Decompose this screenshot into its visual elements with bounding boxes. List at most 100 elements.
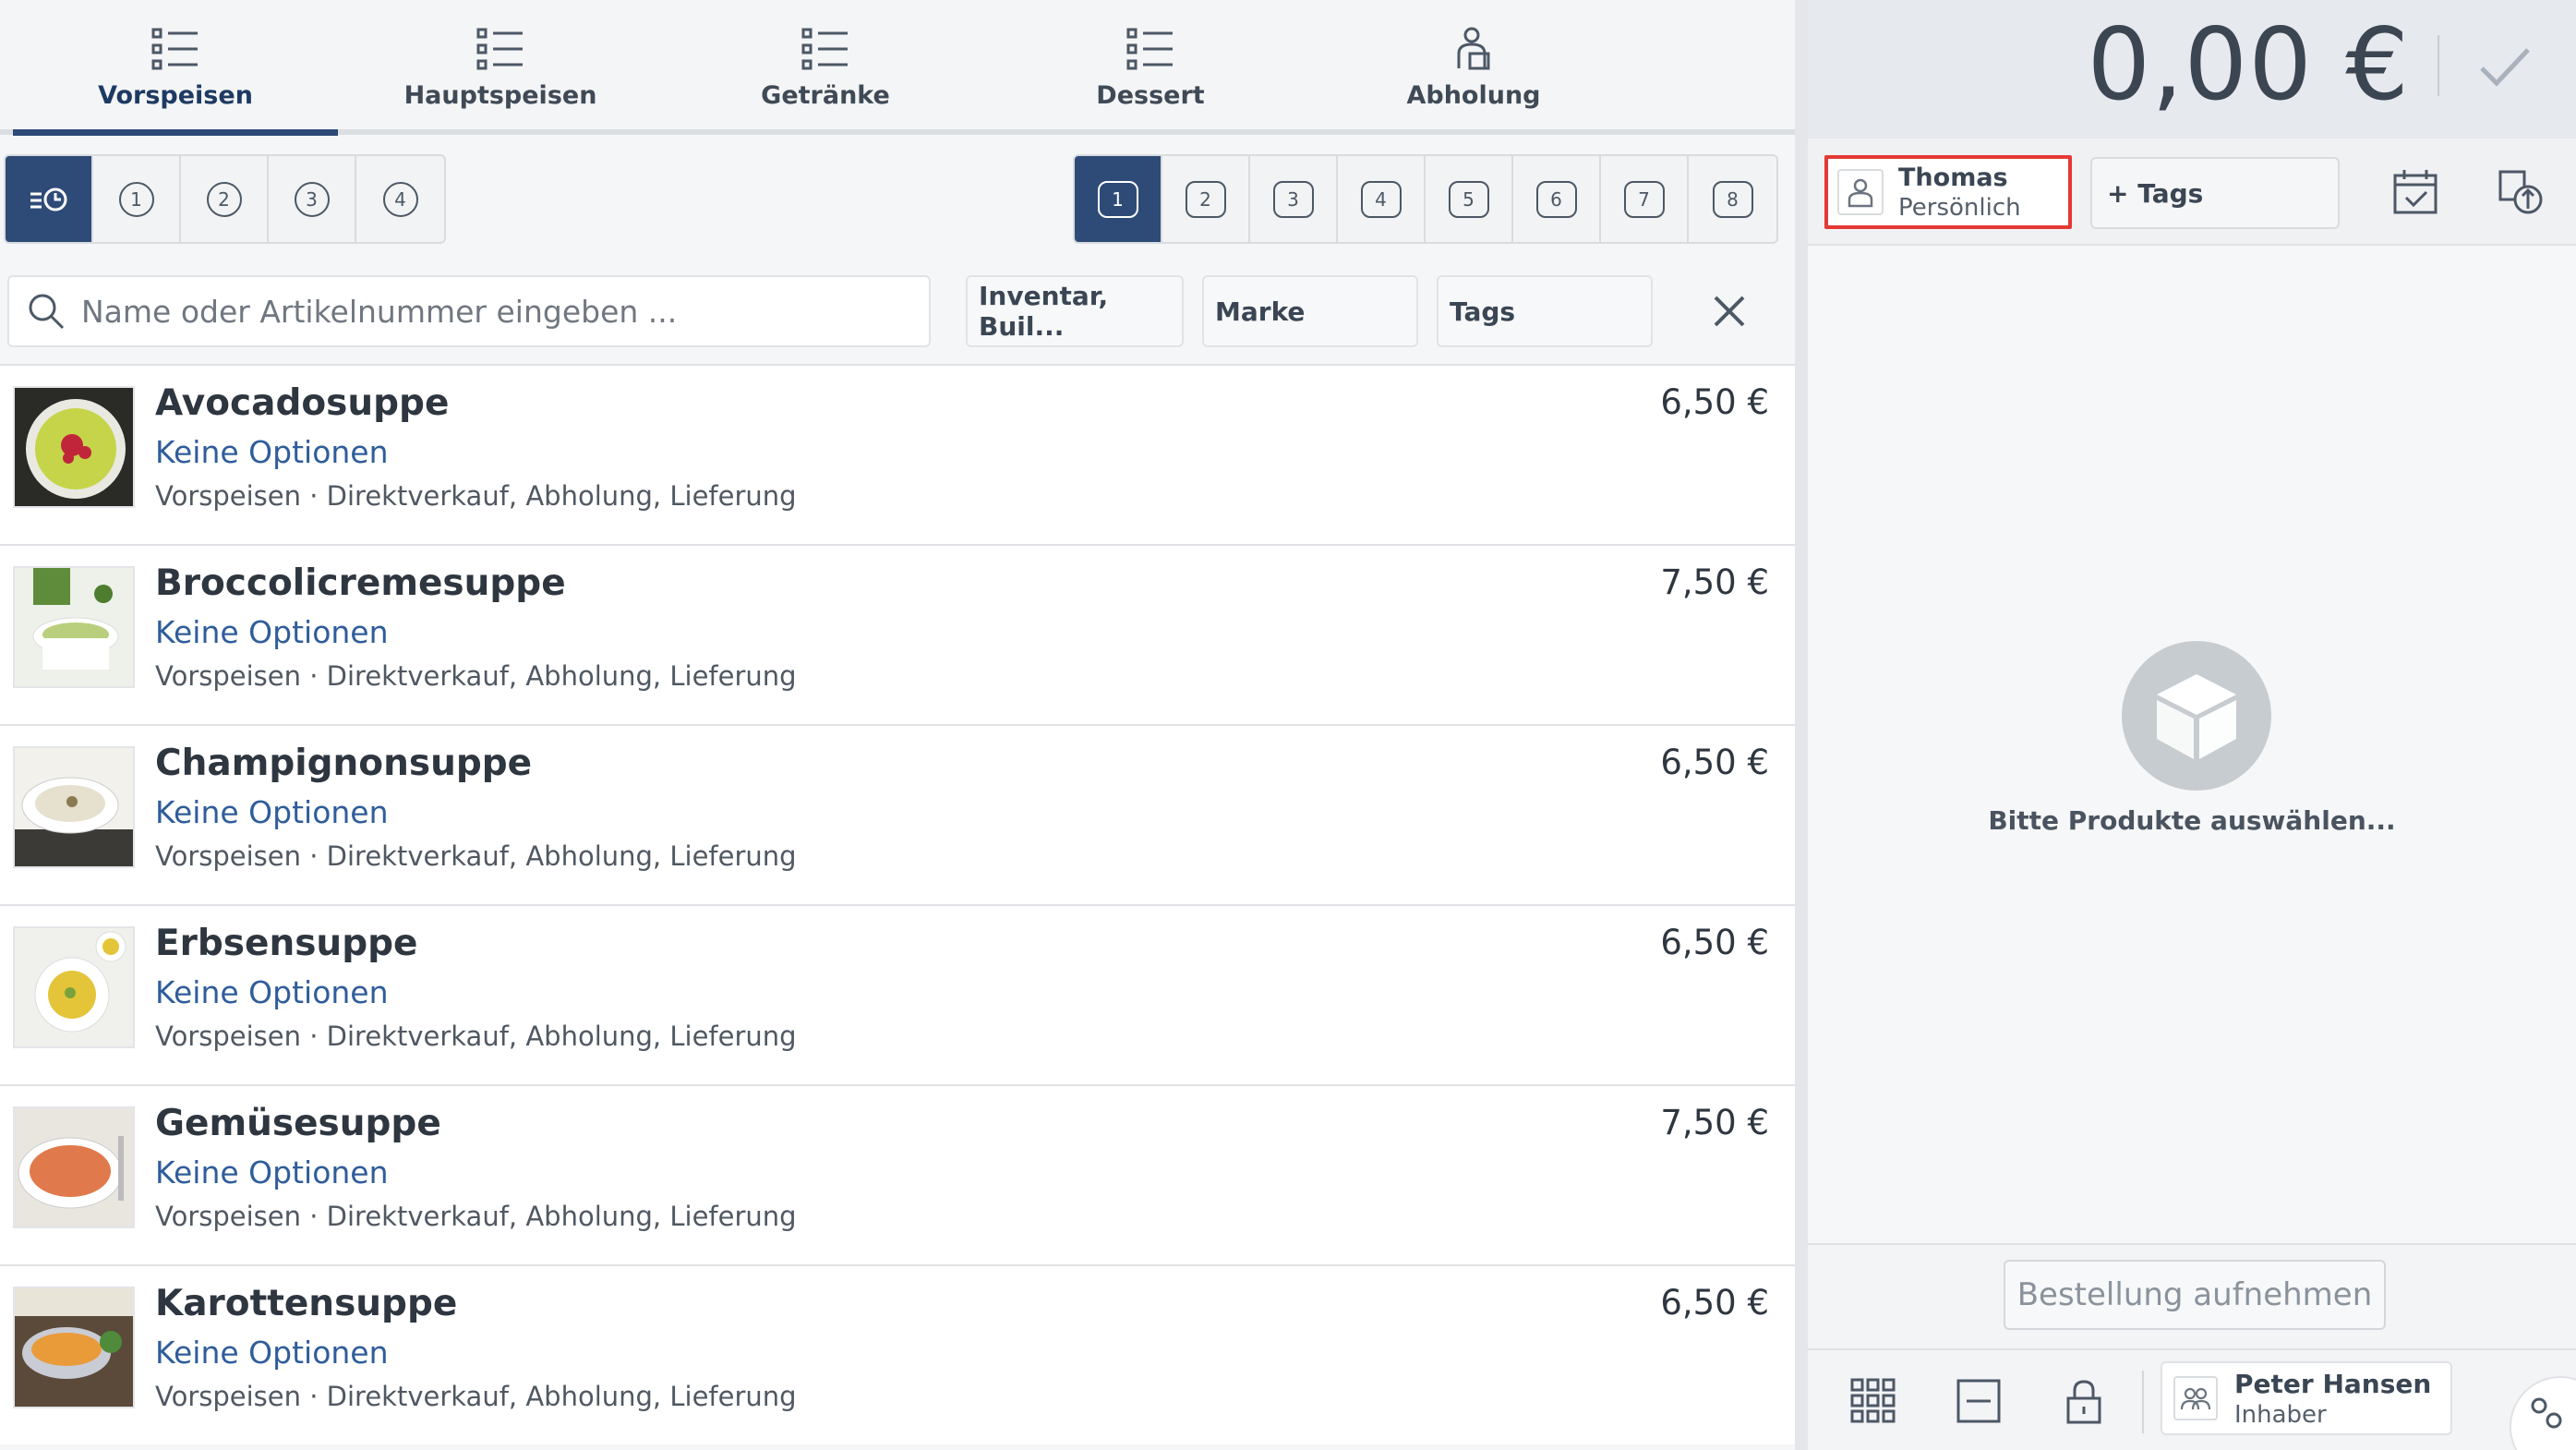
tab-abholung[interactable]: Abholung bbox=[1311, 0, 1636, 135]
product-meta: Vorspeisen · Direktverkauf, Abholung, Li… bbox=[155, 1201, 797, 1232]
product-row[interactable]: Broccolicremesuppe Keine Optionen Vorspe… bbox=[0, 544, 1795, 724]
product-image bbox=[13, 926, 135, 1048]
tab-vorspeisen[interactable]: Vorspeisen bbox=[13, 0, 338, 135]
course-1-button[interactable]: 1 bbox=[93, 156, 181, 242]
user-role: Inhaber bbox=[2234, 1400, 2327, 1429]
customer-selector[interactable]: Thomas Persönlich bbox=[1824, 155, 2072, 229]
product-name: Karottensuppe bbox=[155, 1283, 458, 1324]
course-number: 2 bbox=[206, 181, 242, 217]
product-price: 6,50 € bbox=[1660, 1283, 1769, 1323]
product-price: 7,50 € bbox=[1660, 1103, 1769, 1142]
product-meta: Vorspeisen · Direktverkauf, Abholung, Li… bbox=[155, 840, 797, 872]
product-options: Keine Optionen bbox=[155, 434, 389, 470]
product-row[interactable]: Gemüsesuppe Keine Optionen Vorspeisen · … bbox=[0, 1084, 1795, 1264]
pickup-person-icon bbox=[1457, 27, 1490, 70]
product-panel: Vorspeisen Hauptspeisen Getränke Dessert… bbox=[0, 0, 1795, 1450]
product-price: 6,50 € bbox=[1660, 743, 1769, 782]
course-number: 3 bbox=[294, 181, 330, 217]
total-bar: 0,00 € bbox=[1808, 0, 2576, 139]
grid-icon[interactable] bbox=[1848, 1376, 1898, 1426]
close-icon[interactable] bbox=[1708, 290, 1751, 332]
product-image bbox=[13, 746, 135, 868]
course-4-button[interactable]: 4 bbox=[356, 156, 444, 242]
seat-2-button[interactable]: 2 bbox=[1162, 156, 1250, 242]
product-options: Keine Optionen bbox=[155, 974, 389, 1010]
user-name: Peter Hansen bbox=[2234, 1368, 2432, 1399]
search-input[interactable] bbox=[81, 293, 912, 330]
customer-icon bbox=[1837, 169, 1884, 215]
tags-filter[interactable]: Tags bbox=[1437, 275, 1653, 347]
seat-4-button[interactable]: 4 bbox=[1338, 156, 1426, 242]
minus-box-icon[interactable] bbox=[1954, 1376, 2004, 1426]
seat-number: 2 bbox=[1185, 180, 1226, 218]
product-price: 6,50 € bbox=[1660, 923, 1769, 962]
product-row[interactable]: Karottensuppe Keine Optionen Vorspeisen … bbox=[0, 1264, 1795, 1444]
list-icon bbox=[801, 28, 848, 70]
product-name: Broccolicremesuppe bbox=[155, 562, 566, 604]
seat-7-button[interactable]: 7 bbox=[1601, 156, 1689, 242]
seat-number: 1 bbox=[1097, 180, 1138, 218]
product-row[interactable]: Champignonsuppe Keine Optionen Vorspeise… bbox=[0, 724, 1795, 904]
panel-divider bbox=[1795, 0, 1808, 1450]
course-selector: 1 2 3 4 bbox=[4, 154, 446, 244]
active-tab-indicator bbox=[13, 129, 338, 136]
tab-label: Hauptspeisen bbox=[403, 81, 597, 110]
inventory-filter[interactable]: Inventar, Buil... bbox=[966, 275, 1184, 347]
list-icon bbox=[476, 28, 523, 70]
tab-label: Abholung bbox=[1406, 81, 1541, 110]
search-icon bbox=[29, 294, 65, 330]
tab-hauptspeisen[interactable]: Hauptspeisen bbox=[338, 0, 663, 135]
add-tags-button[interactable]: + Tags bbox=[2090, 157, 2340, 229]
seat-6-button[interactable]: 6 bbox=[1513, 156, 1601, 242]
search-box bbox=[7, 275, 931, 347]
seat-number: 8 bbox=[1712, 180, 1753, 218]
product-image bbox=[13, 1287, 135, 1408]
take-order-button[interactable]: Bestellung aufnehmen bbox=[2004, 1260, 2386, 1330]
customer-name: Thomas bbox=[1898, 163, 2008, 192]
seat-1-button[interactable]: 1 bbox=[1075, 156, 1162, 242]
separator bbox=[2438, 35, 2439, 96]
seat-number: 4 bbox=[1360, 180, 1402, 218]
user-group-icon bbox=[2173, 1376, 2218, 1420]
product-row[interactable]: Erbsensuppe Keine Optionen Vorspeisen · … bbox=[0, 904, 1795, 1084]
seat-5-button[interactable]: 5 bbox=[1426, 156, 1513, 242]
course-time-button[interactable] bbox=[6, 156, 93, 242]
order-area: Bestellung aufnehmen bbox=[1808, 1243, 2576, 1348]
course-number: 4 bbox=[382, 181, 418, 217]
course-number: 1 bbox=[118, 181, 154, 217]
cart-toolbar: Thomas Persönlich + Tags bbox=[1808, 139, 2576, 246]
product-image bbox=[13, 386, 135, 508]
separator bbox=[2142, 1371, 2144, 1433]
course-2-button[interactable]: 2 bbox=[181, 156, 269, 242]
settings-corner-button[interactable] bbox=[2510, 1376, 2576, 1450]
product-name: Erbsensuppe bbox=[155, 923, 418, 964]
product-meta: Vorspeisen · Direktverkauf, Abholung, Li… bbox=[155, 1021, 797, 1052]
tab-getraenke[interactable]: Getränke bbox=[663, 0, 988, 135]
course-3-button[interactable]: 3 bbox=[269, 156, 356, 242]
transfer-icon[interactable] bbox=[2495, 166, 2546, 218]
product-options: Keine Optionen bbox=[155, 1335, 389, 1371]
brand-filter[interactable]: Marke bbox=[1202, 275, 1418, 347]
product-row[interactable]: Avocadosuppe Keine Optionen Vorspeisen ·… bbox=[0, 364, 1795, 544]
customer-type: Persönlich bbox=[1898, 193, 2021, 222]
seat-3-button[interactable]: 3 bbox=[1250, 156, 1338, 242]
tab-dessert[interactable]: Dessert bbox=[988, 0, 1313, 135]
product-meta: Vorspeisen · Direktverkauf, Abholung, Li… bbox=[155, 1381, 797, 1412]
product-name: Avocadosuppe bbox=[155, 382, 450, 424]
seat-selector: 1 2 3 4 5 6 7 8 bbox=[1073, 154, 1778, 244]
checkmark-icon[interactable] bbox=[2474, 37, 2534, 96]
user-account[interactable]: Peter Hansen Inhaber bbox=[2161, 1361, 2452, 1435]
list-icon bbox=[1126, 28, 1173, 70]
product-list: Avocadosuppe Keine Optionen Vorspeisen ·… bbox=[0, 364, 1795, 1444]
empty-cart-illustration bbox=[2122, 641, 2271, 791]
seat-number: 5 bbox=[1448, 180, 1489, 218]
seat-8-button[interactable]: 8 bbox=[1689, 156, 1776, 242]
product-image bbox=[13, 1106, 135, 1228]
cart-total: 0,00 € bbox=[2087, 7, 2410, 123]
category-bar: Vorspeisen Hauptspeisen Getränke Dessert… bbox=[0, 0, 1795, 136]
calendar-check-icon[interactable] bbox=[2389, 166, 2441, 218]
product-meta: Vorspeisen · Direktverkauf, Abholung, Li… bbox=[155, 480, 797, 512]
product-meta: Vorspeisen · Direktverkauf, Abholung, Li… bbox=[155, 660, 797, 692]
tab-label: Getränke bbox=[761, 81, 890, 110]
lock-icon[interactable] bbox=[2059, 1376, 2109, 1426]
